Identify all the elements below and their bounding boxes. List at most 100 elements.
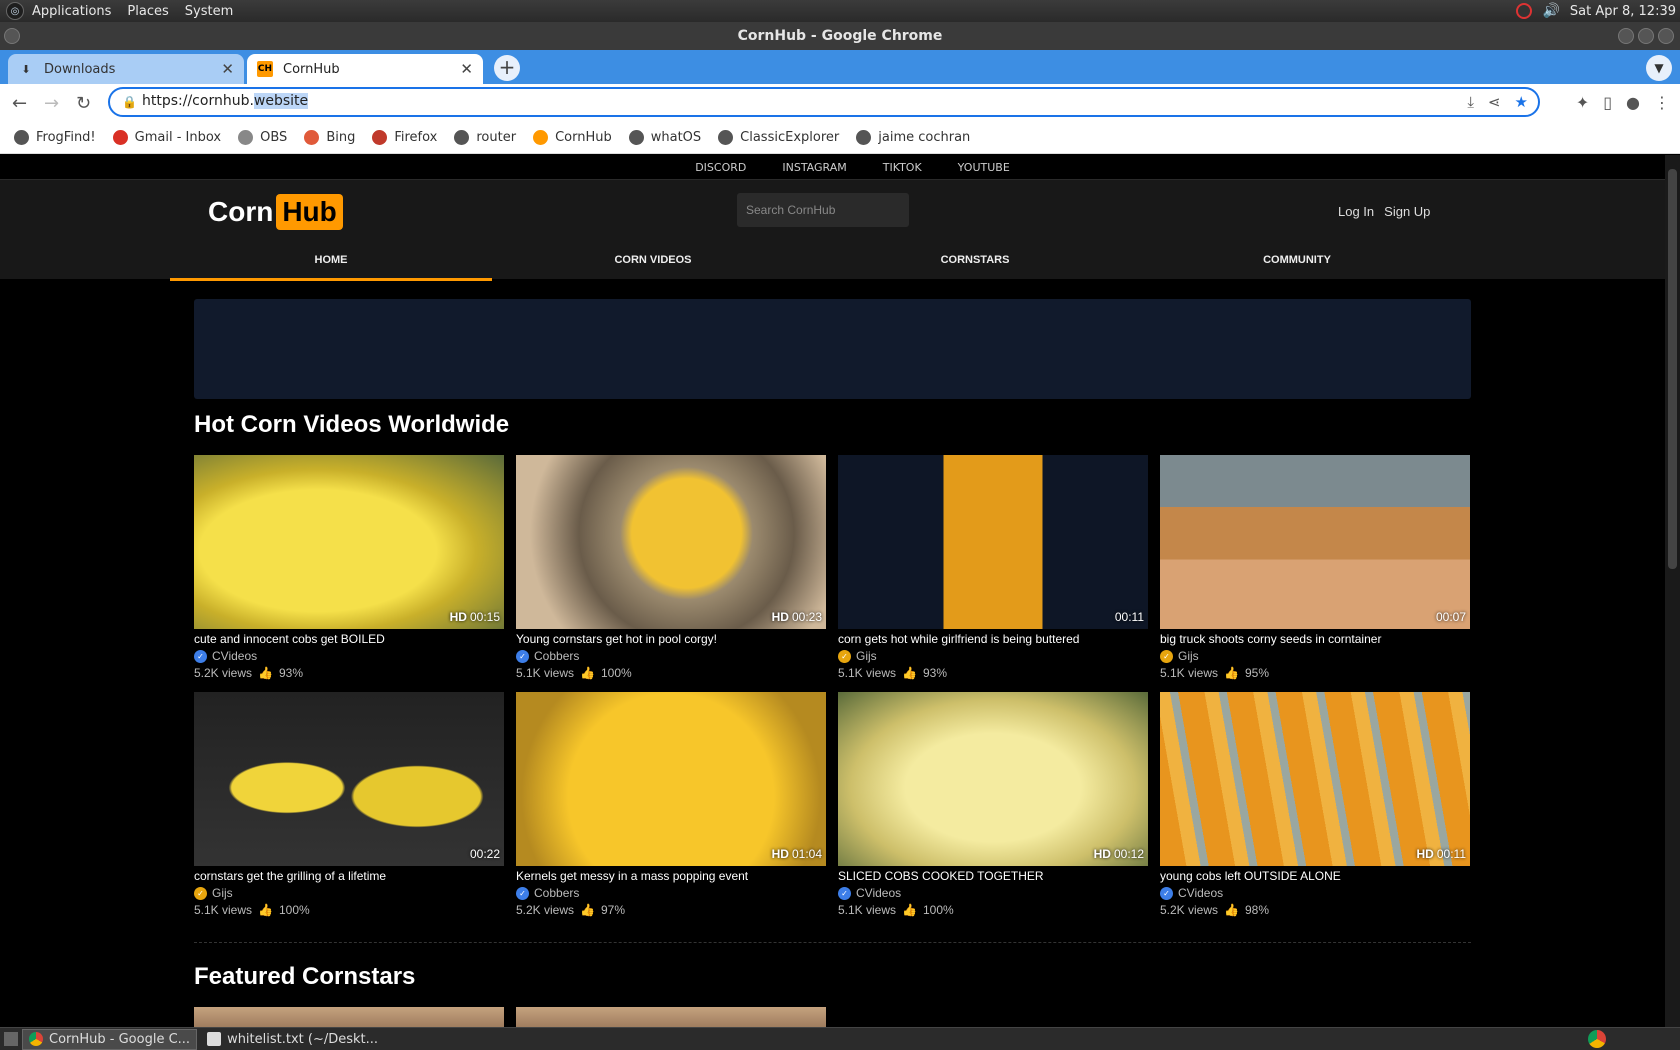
reload-button[interactable]: ↻ xyxy=(76,93,91,114)
video-title[interactable]: cornstars get the grilling of a lifetime xyxy=(194,869,504,883)
page-scrollbar[interactable] xyxy=(1665,155,1680,1027)
show-desktop-icon[interactable] xyxy=(4,1032,18,1046)
video-thumbnail[interactable]: 00:22 xyxy=(194,692,504,866)
nav-community[interactable]: COMMUNITY xyxy=(1136,243,1458,281)
video-card[interactable]: HD 00:23 Young cornstars get hot in pool c… xyxy=(516,455,826,680)
social-link-youtube[interactable]: YOUTUBE xyxy=(958,161,1010,174)
taskbar-item-chrome[interactable]: CornHub - Google C... xyxy=(22,1028,198,1050)
rating: 97% xyxy=(600,903,626,917)
bookmark-star-icon[interactable]: ★ xyxy=(1515,93,1528,111)
window-menu-icon[interactable] xyxy=(4,28,20,44)
bookmark-jaime-cochran[interactable]: jaime cochran xyxy=(856,130,970,145)
extensions-icon[interactable]: ✦ xyxy=(1576,93,1589,112)
featured-cornstar-thumb[interactable] xyxy=(194,1007,504,1027)
maximize-button[interactable] xyxy=(1638,28,1654,44)
bookmark-firefox[interactable]: Firefox xyxy=(372,130,437,145)
bookmark-whatos[interactable]: whatOS xyxy=(628,130,701,145)
video-card[interactable]: 00:22 cornstars get the grilling of a lif… xyxy=(194,692,504,917)
video-title[interactable]: corn gets hot while girlfriend is being … xyxy=(838,632,1148,646)
video-stats: 5.2K views 👍 97% xyxy=(516,903,826,917)
back-button[interactable]: ← xyxy=(12,93,27,114)
video-title[interactable]: Young cornstars get hot in pool corgy! xyxy=(516,632,826,646)
nav-home[interactable]: HOME xyxy=(170,243,492,281)
side-panel-icon[interactable]: ▯ xyxy=(1603,93,1612,112)
new-tab-button[interactable]: + xyxy=(494,55,520,81)
thumbs-up-icon: 👍 xyxy=(1224,903,1239,917)
gnome-foot-icon[interactable]: ◎ xyxy=(6,2,24,20)
video-title[interactable]: cute and innocent cobs get BOILED xyxy=(194,632,504,646)
tab-cornhub[interactable]: CH CornHub ✕ xyxy=(247,54,483,84)
profile-avatar-icon[interactable]: ● xyxy=(1626,93,1640,112)
taskbar-item-text-editor[interactable]: whitelist.txt (~/Deskt... xyxy=(201,1029,384,1050)
signup-link[interactable]: Sign Up xyxy=(1384,204,1430,219)
video-channel[interactable]: ✓ Cobbers xyxy=(516,649,826,663)
featured-cornstar-thumb[interactable] xyxy=(516,1007,826,1027)
video-thumbnail[interactable]: HD 00:11 xyxy=(1160,692,1470,866)
video-title[interactable]: young cobs left OUTSIDE ALONE xyxy=(1160,869,1470,883)
video-card[interactable]: 00:11 corn gets hot while girlfriend is b… xyxy=(838,455,1148,680)
video-thumbnail[interactable]: 00:11 xyxy=(838,455,1148,629)
tab-close-icon[interactable]: ✕ xyxy=(221,60,234,78)
video-channel[interactable]: ✓ CVideos xyxy=(838,886,1148,900)
share-icon[interactable]: ⋖ xyxy=(1488,93,1501,111)
social-links: DISCORD INSTAGRAM TIKTOK YOUTUBE xyxy=(0,155,1665,179)
menu-places[interactable]: Places xyxy=(119,4,176,19)
bookmark-obs[interactable]: OBS xyxy=(238,130,287,145)
video-card[interactable]: HD 00:15 cute and innocent cobs get BOILED… xyxy=(194,455,504,680)
url-text[interactable]: https://cornhub.website xyxy=(142,93,309,109)
forward-button[interactable]: → xyxy=(44,93,59,114)
install-app-icon[interactable]: ⤓ xyxy=(1467,93,1474,111)
volume-icon[interactable]: 🔊 xyxy=(1542,3,1559,19)
tab-search-button[interactable]: ▼ xyxy=(1646,55,1672,81)
social-link-tiktok[interactable]: TIKTOK xyxy=(883,161,922,174)
address-bar[interactable]: 🔒 https://cornhub.website ⤓ ⋖ ★ xyxy=(108,87,1540,117)
video-channel[interactable]: ✓ Gijs xyxy=(194,886,504,900)
menu-system[interactable]: System xyxy=(177,4,241,19)
tray-chrome-icon[interactable] xyxy=(1588,1030,1606,1048)
video-title[interactable]: Kernels get messy in a mass popping even… xyxy=(516,869,826,883)
channel-name: CVideos xyxy=(856,886,902,900)
bookmark-bing[interactable]: Bing xyxy=(304,130,355,145)
bookmark-classicexplorer[interactable]: ClassicExplorer xyxy=(718,130,839,145)
tab-close-icon[interactable]: ✕ xyxy=(460,60,473,78)
download-icon: ⬇ xyxy=(21,62,31,76)
video-channel[interactable]: ✓ Gijs xyxy=(1160,649,1470,663)
video-thumbnail[interactable]: HD 01:04 xyxy=(516,692,826,866)
video-thumbnail[interactable]: HD 00:23 xyxy=(516,455,826,629)
tab-downloads[interactable]: ⬇ Downloads ✕ xyxy=(8,54,244,84)
video-thumbnail[interactable]: HD 00:15 xyxy=(194,455,504,629)
video-channel[interactable]: ✓ CVideos xyxy=(194,649,504,663)
social-link-discord[interactable]: DISCORD xyxy=(695,161,746,174)
close-window-button[interactable] xyxy=(1658,28,1674,44)
video-stats: 5.1K views 👍 95% xyxy=(1160,666,1470,680)
video-card[interactable]: HD 01:04 Kernels get messy in a mass poppi… xyxy=(516,692,826,917)
bookmark-frogfind-[interactable]: FrogFind! xyxy=(14,130,96,145)
video-card[interactable]: HD 00:12 SLICED COBS COOKED TOGETHER ✓ CVide… xyxy=(838,692,1148,917)
clock[interactable]: Sat Apr 8, 12:39 xyxy=(1570,4,1676,19)
network-status-icon[interactable] xyxy=(1516,3,1533,19)
bookmark-gmail-inbox[interactable]: Gmail - Inbox xyxy=(112,130,221,145)
bookmark-cornhub[interactable]: CornHub xyxy=(533,130,612,145)
bookmark-router[interactable]: router xyxy=(454,130,516,145)
social-link-instagram[interactable]: INSTAGRAM xyxy=(782,161,846,174)
video-thumbnail[interactable]: HD 00:12 xyxy=(838,692,1148,866)
video-channel[interactable]: ✓ Gijs xyxy=(838,649,1148,663)
ad-banner[interactable] xyxy=(194,299,1471,399)
video-title[interactable]: SLICED COBS COOKED TOGETHER xyxy=(838,869,1148,883)
video-channel[interactable]: ✓ Cobbers xyxy=(516,886,826,900)
nav-cornstars[interactable]: CORNSTARS xyxy=(814,243,1136,281)
video-card[interactable]: HD 00:11 young cobs left OUTSIDE ALONE ✓ CVi… xyxy=(1160,692,1470,917)
site-logo[interactable]: Corn Hub xyxy=(208,194,343,230)
minimize-button[interactable] xyxy=(1618,28,1634,44)
video-thumbnail[interactable]: 00:07 xyxy=(1160,455,1470,629)
scrollbar-thumb[interactable] xyxy=(1668,169,1677,569)
menu-applications[interactable]: Applications xyxy=(24,4,119,19)
video-channel[interactable]: ✓ CVideos xyxy=(1160,886,1470,900)
nav-corn-videos[interactable]: CORN VIDEOS xyxy=(492,243,814,281)
video-card[interactable]: 00:07 big truck shoots corny seeds in cor… xyxy=(1160,455,1470,680)
login-link[interactable]: Log In xyxy=(1338,204,1374,219)
chrome-menu-icon[interactable]: ⋮ xyxy=(1654,93,1670,112)
lock-icon[interactable]: 🔒 xyxy=(122,95,137,109)
search-input[interactable] xyxy=(737,193,909,227)
video-title[interactable]: big truck shoots corny seeds in corntain… xyxy=(1160,632,1470,646)
